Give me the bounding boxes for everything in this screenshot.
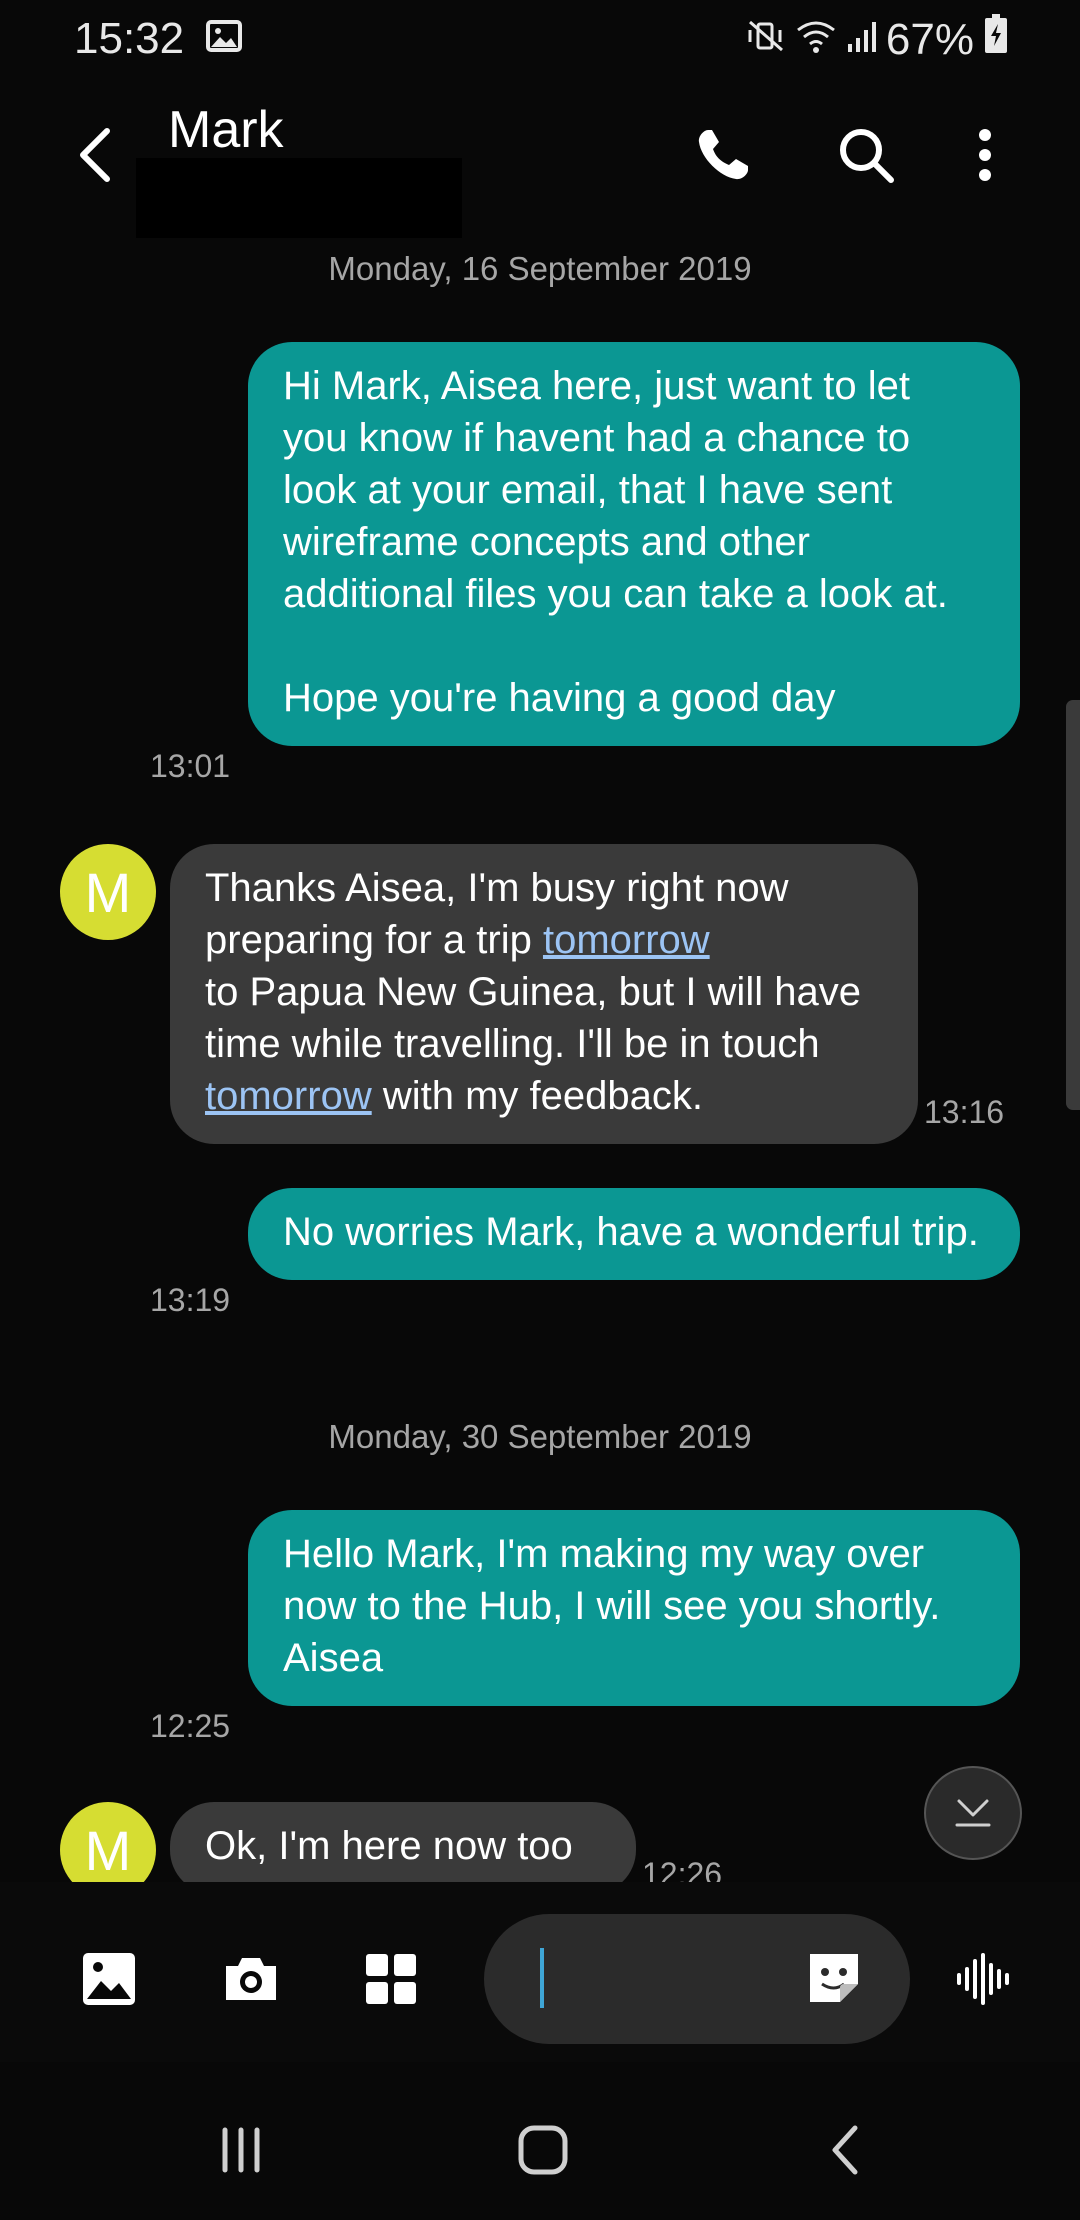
recent-apps-button[interactable] xyxy=(196,2110,286,2190)
date-separator: Monday, 16 September 2019 xyxy=(328,250,752,287)
status-time: 15:32 xyxy=(74,14,185,63)
voice-input-button[interactable] xyxy=(950,1944,1020,2014)
status-right: 67% xyxy=(746,14,1008,65)
message-time: 12:25 xyxy=(150,1708,231,1744)
date-separator: Monday, 30 September 2019 xyxy=(328,1418,752,1455)
sent-message-bubble[interactable]: Hi Mark, Aisea here, just want to let yo… xyxy=(248,342,1020,746)
battery-charging-icon xyxy=(984,14,1008,65)
contact-avatar[interactable]: M xyxy=(60,1802,156,1884)
voice-icon xyxy=(957,1953,1009,2005)
home-icon xyxy=(518,2125,568,2175)
more-options-button[interactable] xyxy=(950,120,1020,190)
image-notification-icon xyxy=(206,20,242,52)
date-link[interactable]: tomorrow xyxy=(543,918,710,962)
sticker-icon xyxy=(810,1954,858,2002)
scroll-to-bottom-button[interactable] xyxy=(924,1766,1022,1860)
message-input-container[interactable] xyxy=(484,1914,910,2044)
camera-icon xyxy=(226,1958,276,2000)
scroll-down-icon xyxy=(955,1799,991,1827)
received-message-bubble[interactable]: Ok, I'm here now too xyxy=(170,1802,636,1884)
search-icon xyxy=(840,129,894,183)
more-options-icon xyxy=(979,129,991,181)
camera-button[interactable] xyxy=(216,1944,286,2014)
mute-vibrate-icon xyxy=(746,15,786,65)
redacted-number xyxy=(136,158,462,238)
message-time: 13:19 xyxy=(150,1282,231,1318)
contact-avatar[interactable]: M xyxy=(60,844,156,940)
message-time: 13:01 xyxy=(150,748,231,784)
message-input[interactable] xyxy=(538,1956,772,2002)
recent-apps-icon xyxy=(222,2127,260,2173)
message-time: 13:16 xyxy=(924,1094,1005,1130)
back-button[interactable] xyxy=(70,120,120,190)
gallery-button[interactable] xyxy=(74,1944,144,2014)
scrollbar[interactable] xyxy=(1066,700,1080,1110)
message-clip: M Ok, I'm here now too 12:26 xyxy=(0,1790,1080,1884)
signal-icon xyxy=(846,15,876,65)
sent-message-bubble[interactable]: No worries Mark, have a wonderful trip. xyxy=(248,1188,1020,1280)
wifi-icon xyxy=(796,15,836,65)
call-button[interactable] xyxy=(688,120,758,190)
message-time: 12:26 xyxy=(642,1856,723,1884)
nav-back-icon xyxy=(832,2125,858,2175)
back-icon xyxy=(80,128,110,182)
phone-icon xyxy=(698,130,748,180)
apps-icon xyxy=(366,1954,416,2004)
apps-button[interactable] xyxy=(356,1944,426,2014)
contact-name[interactable]: Mark xyxy=(168,100,284,160)
sticker-button[interactable] xyxy=(804,1948,864,2013)
gallery-icon xyxy=(83,1953,135,2005)
received-message-bubble[interactable]: Thanks Aisea, I'm busy right now prepari… xyxy=(170,844,918,1144)
search-button[interactable] xyxy=(831,120,901,190)
date-link[interactable]: tomorrow xyxy=(205,1074,372,1118)
nav-back-button[interactable] xyxy=(800,2110,890,2190)
sent-message-bubble[interactable]: Hello Mark, I'm making my way over now t… xyxy=(248,1510,1020,1706)
home-button[interactable] xyxy=(498,2110,588,2190)
text-cursor xyxy=(540,1948,544,2008)
battery-percentage: 67% xyxy=(885,14,974,64)
